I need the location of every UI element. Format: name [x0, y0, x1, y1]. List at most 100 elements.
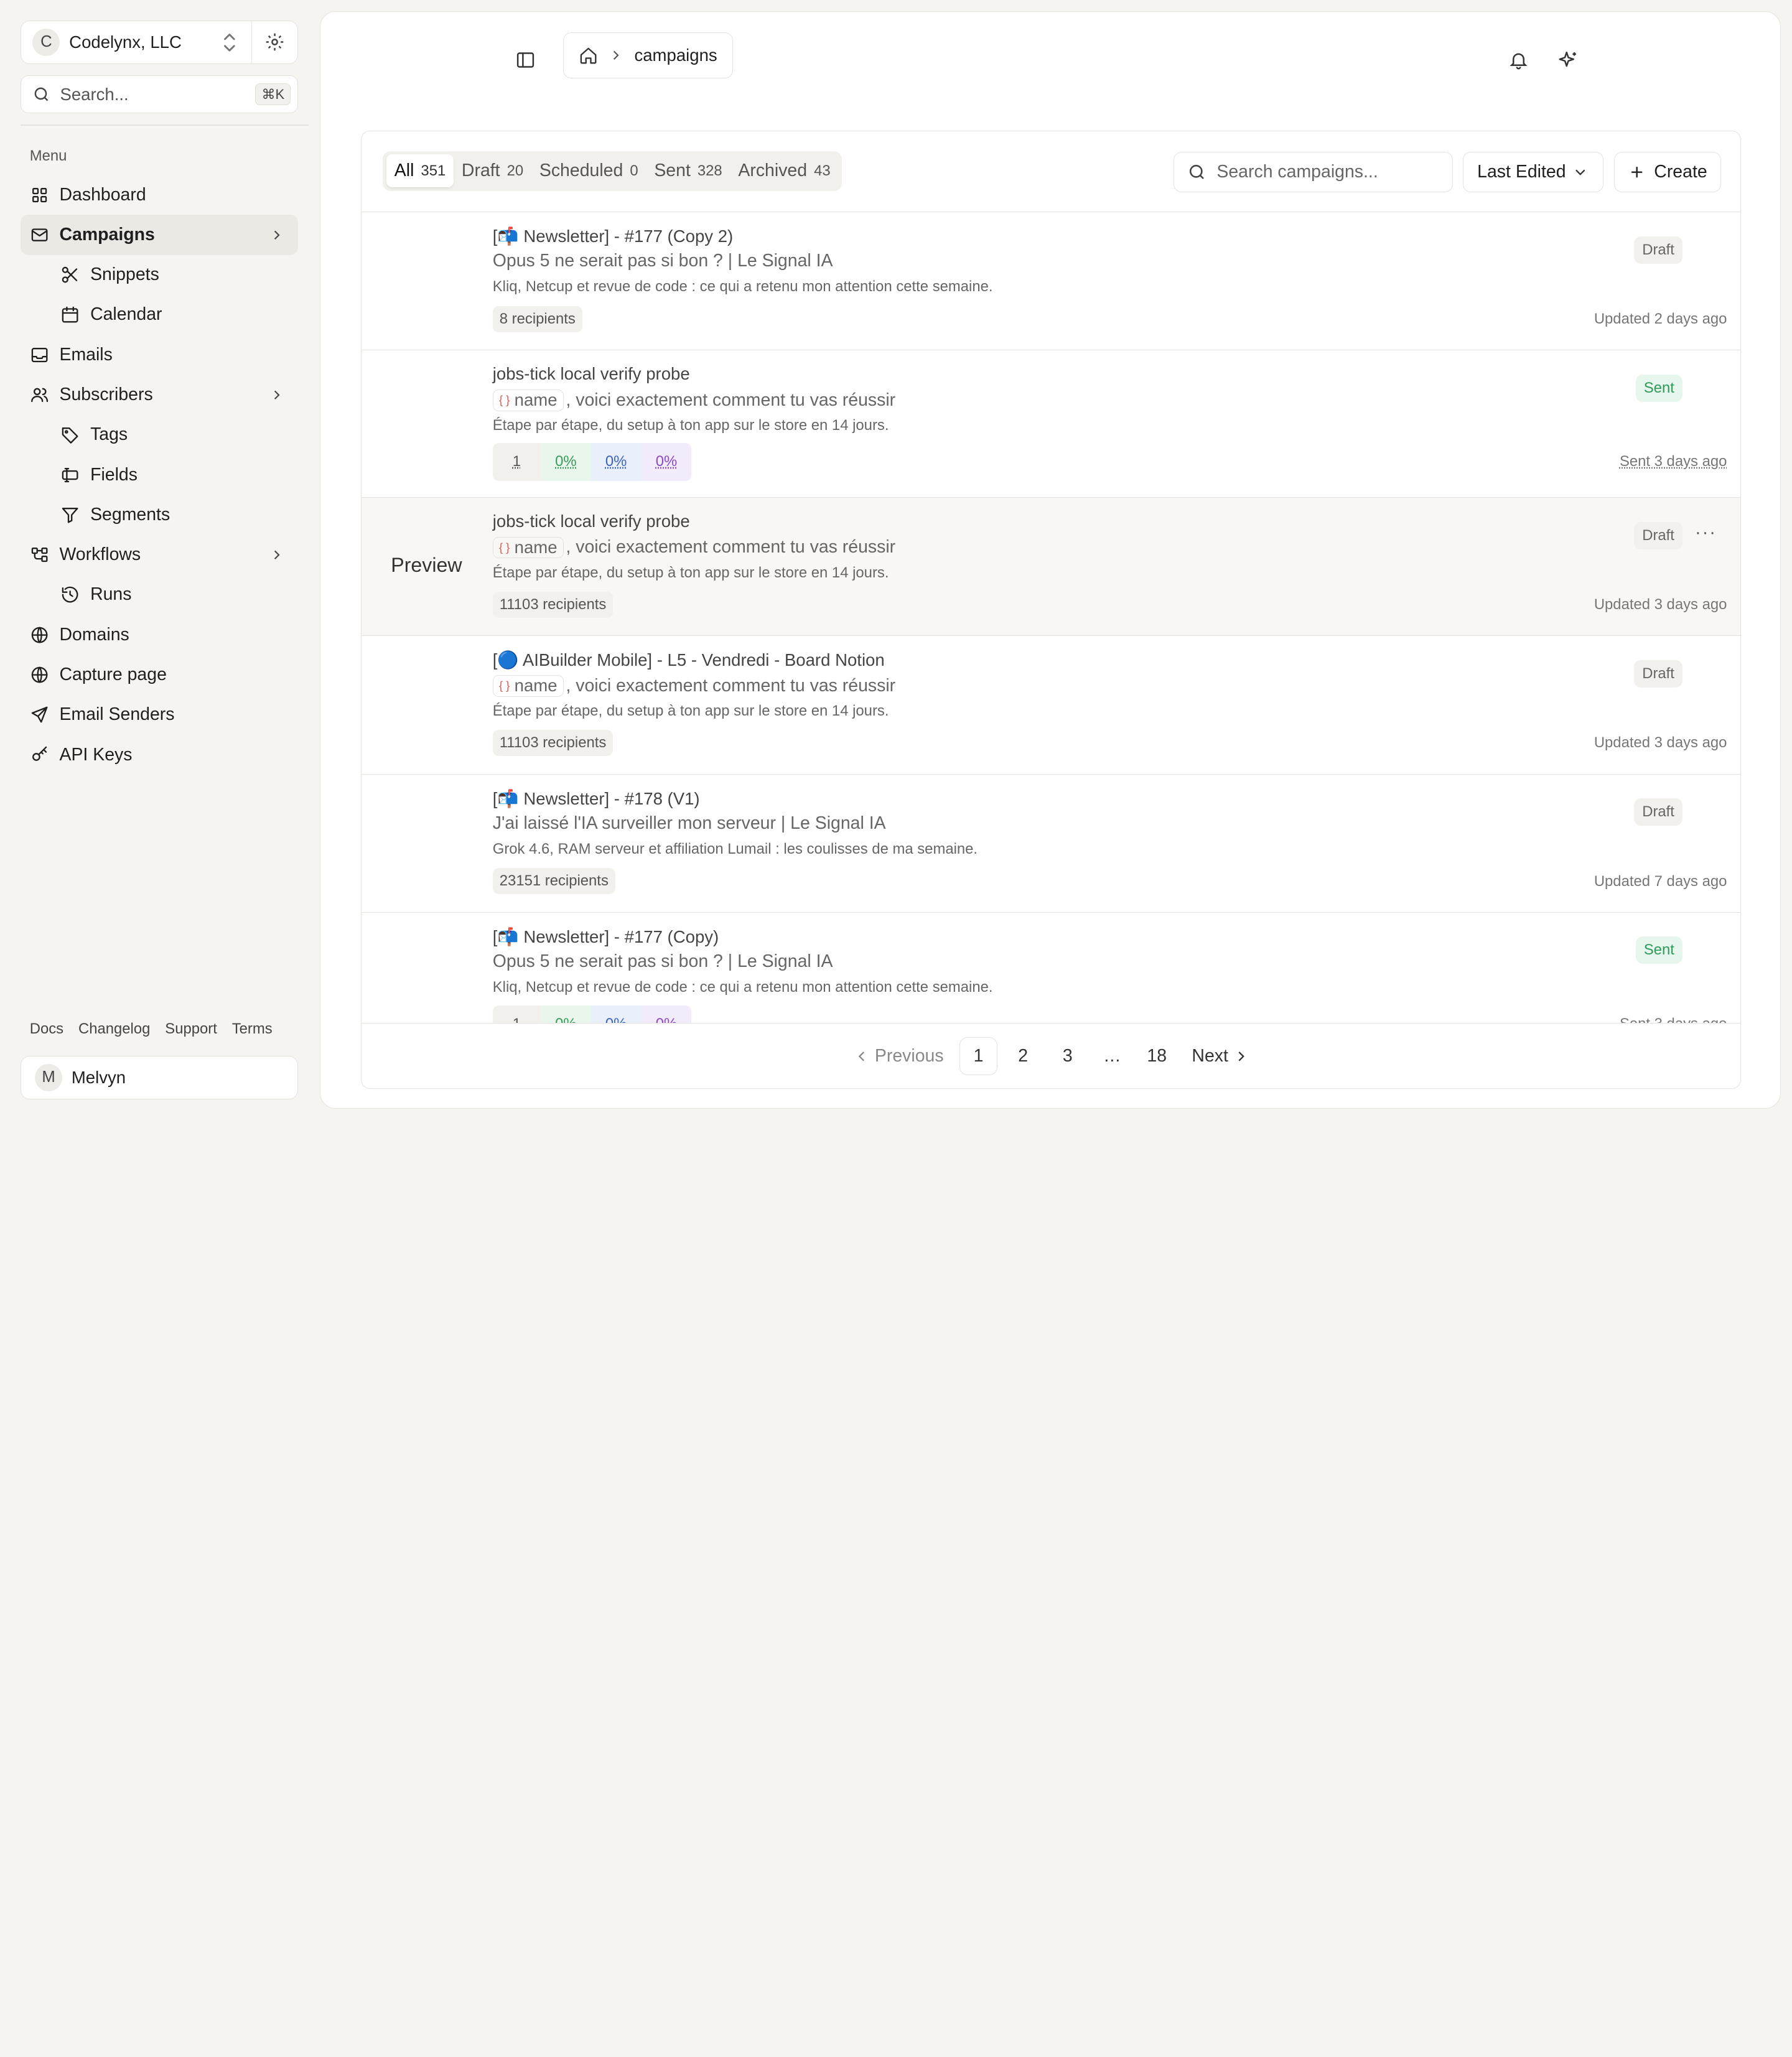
campaign-preheader: Grok 4.6, RAM serveur et affiliation Lum… [492, 841, 978, 858]
ai-assistant-button[interactable] [1552, 44, 1584, 76]
footer-link-support[interactable]: Support [165, 1020, 217, 1038]
sidebar-item-subscribers[interactable]: Subscribers [21, 375, 298, 414]
campaign-subject: Opus 5 ne serait pas si bon ? | Le Signa… [493, 951, 833, 972]
sidebar-item-email-senders[interactable]: Email Senders [21, 695, 298, 735]
campaign-subject-text: J'ai laissé l'IA surveiller mon serveur … [492, 813, 886, 833]
global-search[interactable]: Search... ⌘K [21, 75, 299, 113]
table-row[interactable]: jobs-tick local verify probe { } name , voi… [361, 350, 1741, 498]
sidebar-item-calendar[interactable]: Calendar [21, 295, 298, 335]
page-3-button[interactable]: 3 [1048, 1037, 1086, 1075]
global-search-placeholder: Search... [60, 84, 129, 104]
stat-value[interactable]: 1 [492, 442, 541, 481]
chevron-right-icon [614, 50, 619, 60]
sort-select[interactable]: Last Edited [1463, 152, 1604, 192]
sidebar-item-domains[interactable]: Domains [21, 615, 298, 655]
campaign-date: Updated 7 days ago [1594, 872, 1727, 890]
preview-button[interactable]: Preview [391, 554, 462, 577]
chevron-right-icon[interactable] [269, 547, 285, 563]
campaign-subject: { } name , voici exactement comment tu vas… [492, 674, 895, 697]
sidebar-item-label: Workflows [59, 544, 141, 565]
footer-links: Docs Changelog Support Terms [30, 1020, 273, 1038]
pagination: Previous 1 2 3 … 18 Next [361, 1023, 1741, 1088]
sidebar-item-api-keys[interactable]: API Keys [21, 735, 298, 775]
chevrons-up-down-icon [224, 33, 235, 52]
tab-archived[interactable]: Archived 43 [730, 154, 839, 187]
stat-value[interactable]: 0% [540, 1005, 591, 1023]
tab-sent[interactable]: Sent 328 [646, 154, 730, 187]
create-campaign-button[interactable]: Create [1613, 152, 1722, 192]
status-badge: Draft [1634, 521, 1682, 549]
footer-link-changelog[interactable]: Changelog [78, 1020, 150, 1038]
gear-icon [266, 34, 284, 51]
tab-scheduled[interactable]: Scheduled 0 [531, 154, 646, 187]
next-page-button[interactable]: Next [1183, 1037, 1259, 1075]
sidebar-toggle-icon [516, 52, 534, 68]
table-row[interactable]: [🔵 AIBuilder Mobile] - L5 - Vendredi - B… [361, 636, 1741, 775]
previous-page-button[interactable]: Previous [844, 1037, 953, 1075]
stat-value[interactable]: 0% [641, 442, 692, 481]
footer-link-docs[interactable]: Docs [30, 1020, 63, 1038]
user-menu[interactable]: M Melvyn [21, 1056, 299, 1099]
sidebar-item-dashboard[interactable]: Dashboard [21, 175, 298, 215]
table-row[interactable]: [📬 Newsletter] - #177 (Copy 2) Opus 5 ne … [361, 212, 1741, 351]
settings-button[interactable] [252, 21, 297, 63]
org-switcher: C Codelynx, LLC [21, 21, 299, 64]
sidebar-item-label: Emails [59, 344, 113, 365]
sort-label: Last Edited [1477, 162, 1566, 182]
home-link[interactable] [579, 46, 598, 65]
sidebar-item-fields[interactable]: Fields [21, 455, 298, 495]
campaign-preheader: Étape par étape, du setup à ton app sur … [492, 702, 889, 719]
tab-draft[interactable]: Draft 20 [454, 154, 531, 187]
status-badge: Sent [1635, 374, 1682, 402]
table-row[interactable]: [📬 Newsletter] - #178 (V1) J'ai laissé l'… [361, 775, 1741, 913]
notifications-button[interactable] [1502, 44, 1534, 76]
filter-icon [62, 507, 78, 523]
pagination-ellipsis: … [1103, 1046, 1121, 1066]
footer-link-terms[interactable]: Terms [232, 1020, 273, 1038]
chevron-right-icon [1238, 1052, 1245, 1061]
history-icon [62, 587, 78, 603]
sidebar-item-campaigns[interactable]: Campaigns [21, 215, 299, 255]
page-18-button[interactable]: 18 [1138, 1037, 1176, 1075]
sidebar-item-tags[interactable]: Tags [21, 415, 298, 455]
braces-icon: { } [498, 679, 510, 693]
campaign-title: jobs-tick local verify probe [492, 511, 690, 531]
sidebar-item-runs[interactable]: Runs [21, 575, 298, 615]
stat-value[interactable]: 0% [540, 442, 591, 481]
more-actions-icon[interactable]: ··· [1695, 522, 1717, 543]
sidebar-item-snippets[interactable]: Snippets [21, 255, 298, 295]
sidebar-item-label: Snippets [90, 264, 159, 285]
page-2-button[interactable]: 2 [1004, 1037, 1042, 1075]
toggle-sidebar-button[interactable] [509, 44, 541, 76]
chevron-right-icon[interactable] [269, 387, 285, 403]
stat-value[interactable]: 0% [590, 442, 642, 481]
page-1-button[interactable]: 1 [959, 1037, 997, 1076]
campaign-subject-text: , voici exactement comment tu vas réussi… [566, 537, 896, 557]
campaign-stats: 10%0%0% [492, 1005, 692, 1023]
chevron-right-icon[interactable] [269, 227, 285, 243]
tab-count: 20 [506, 162, 524, 179]
campaign-search-input[interactable]: Search campaigns... [1174, 152, 1453, 192]
campaign-subject: { } name , voici exactement comment tu vas… [492, 389, 895, 411]
variable-chip: { } name [492, 536, 564, 559]
send-icon [31, 706, 48, 723]
org-switcher-button[interactable]: C Codelynx, LLC [21, 21, 252, 63]
tab-label: Draft [461, 161, 500, 181]
campaign-subject-text: Opus 5 ne serait pas si bon ? | Le Signa… [492, 951, 833, 972]
breadcrumb-current[interactable]: campaigns [634, 45, 717, 65]
sidebar-item-capture-page[interactable]: Capture page [21, 655, 298, 694]
stat-value[interactable]: 0% [590, 1005, 642, 1023]
sidebar-item-segments[interactable]: Segments [21, 495, 298, 534]
sidebar-nav: Dashboard Campaigns Snippets Calendar Emails… [21, 175, 299, 775]
tab-count: 328 [697, 162, 722, 179]
stat-value[interactable]: 0% [641, 1005, 692, 1023]
tab-all[interactable]: All 351 [386, 154, 454, 188]
stat-value[interactable]: 1 [492, 1005, 541, 1023]
sidebar-item-emails[interactable]: Emails [21, 335, 298, 375]
tab-label: Scheduled [539, 161, 623, 181]
table-row[interactable]: [📬 Newsletter] - #177 (Copy) Opus 5 ne se… [362, 913, 1741, 1023]
key-icon [32, 747, 47, 762]
status-badge: Sent [1635, 936, 1682, 964]
table-row[interactable]: Preview jobs-tick local verify probe { } na… [361, 498, 1741, 637]
sidebar-item-workflows[interactable]: Workflows [21, 535, 298, 575]
